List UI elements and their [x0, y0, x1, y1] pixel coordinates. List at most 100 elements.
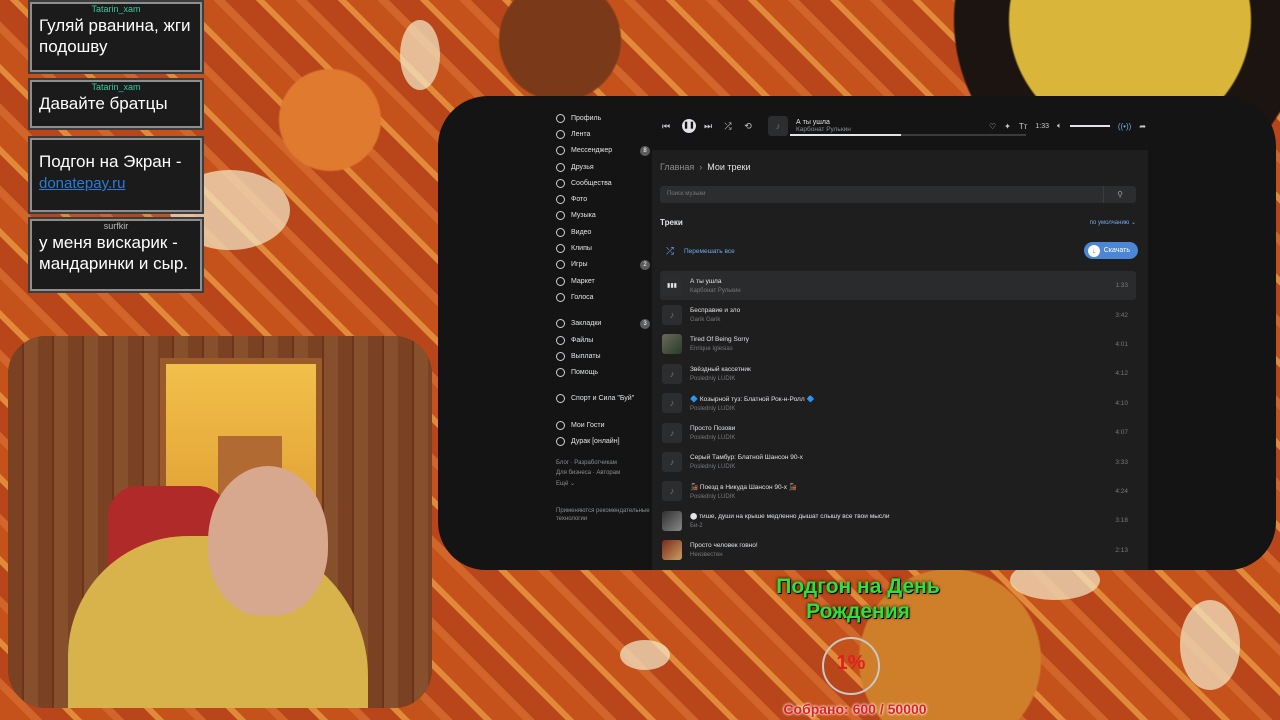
- chat-message-1: Tatarin_xam Гуляй рванина, жги подошву: [30, 2, 202, 72]
- music-note-icon[interactable]: ♪: [662, 452, 682, 473]
- download-button[interactable]: ↓ Скачать: [1083, 242, 1138, 259]
- track-row[interactable]: ♪Я не буду ждать тебя [Я не стану ждать …: [660, 565, 1136, 570]
- sort-dropdown[interactable]: по умолчанию ⌄: [1090, 219, 1136, 226]
- sidebar-item[interactable]: Игры 2: [556, 257, 650, 273]
- nav-icon: [556, 368, 565, 378]
- track-row[interactable]: ▮▮▮ А ты ушла Карбонат Рулькин 1:33: [660, 271, 1136, 301]
- sidebar-item-label: Игры: [571, 261, 588, 269]
- track-artist[interactable]: Неизвестен: [690, 552, 758, 558]
- track-artist[interactable]: Garik Garik: [690, 317, 740, 323]
- track-row[interactable]: ♪ Серый Тамбур: Блатной Шансон 90-х Posled…: [660, 447, 1136, 476]
- chat-text: Гуляй рванина, жги подошву: [39, 16, 191, 56]
- playing-bars-icon[interactable]: ▮▮▮: [662, 275, 682, 296]
- track-row[interactable]: Tired Of Being Sorry Enrique Iglesias 4:01: [660, 330, 1136, 359]
- track-artist[interactable]: Би-2: [690, 523, 890, 529]
- shuffle-icon[interactable]: ⤮: [720, 121, 736, 132]
- track-artist[interactable]: Posledniy LUDIK: [690, 435, 735, 441]
- chat-message-3: Подгон на Экран - donatepay.ru: [30, 138, 202, 212]
- track-row[interactable]: ♪ 🚂 Поезд в Никуда Шансон 90-х 🚂 Posledniy…: [660, 477, 1136, 506]
- sparkle-icon[interactable]: ✦: [1004, 122, 1011, 131]
- nav-icon: [556, 260, 565, 270]
- track-duration: 4:01: [1115, 340, 1128, 348]
- chat-link[interactable]: donatepay.ru: [39, 175, 125, 192]
- track-row[interactable]: ⬤ тише, души на крыше медленно дышат слы…: [660, 506, 1136, 535]
- music-note-icon[interactable]: [662, 334, 682, 355]
- track-artist[interactable]: Posledniy LUDIK: [690, 406, 815, 412]
- music-note-icon[interactable]: ♪: [662, 305, 682, 326]
- nav-icon: [556, 195, 565, 205]
- track-artist[interactable]: Карбонат Рулькин: [690, 288, 741, 294]
- music-search-input[interactable]: Поиск музыки ⚲: [660, 186, 1136, 203]
- sidebar-item[interactable]: Закладки 3: [556, 316, 650, 332]
- dislike-icon[interactable]: ♡: [989, 122, 996, 131]
- music-note-icon[interactable]: ♪: [662, 422, 682, 443]
- sidebar-item[interactable]: Клипы: [556, 240, 650, 256]
- sidebar-item[interactable]: Выплаты: [556, 348, 650, 364]
- sidebar-item[interactable]: Видео: [556, 224, 650, 240]
- shuffle-all-button[interactable]: ⤮ Перемешать все: [666, 246, 735, 257]
- next-track-icon[interactable]: ⏭: [700, 121, 716, 132]
- vk-music-window: Профиль Лента Мессенджер 8 Друзья Сообщества Ф…: [438, 96, 1276, 570]
- track-list: ▮▮▮ А ты ушла Карбонат Рулькин 1:33 ♪ Бесправ…: [660, 271, 1136, 570]
- sidebar-item[interactable]: Файлы: [556, 332, 650, 348]
- track-title: А ты ушла: [690, 277, 722, 285]
- sidebar-item[interactable]: Сообщества: [556, 175, 650, 191]
- footer-note: Применяются рекомендательные технологии: [556, 508, 650, 523]
- footer-link[interactable]: Ещё ⌄: [556, 479, 650, 490]
- prev-track-icon[interactable]: ⏮: [658, 121, 674, 132]
- track-duration: 3:18: [1115, 517, 1128, 525]
- track-duration: 4:12: [1115, 370, 1128, 378]
- track-artist[interactable]: Posledniy LUDIK: [690, 376, 751, 382]
- repeat-icon[interactable]: ⟲: [740, 121, 756, 132]
- donation-goal-title: Подгон на День Рождения: [776, 575, 940, 623]
- now-playing-info[interactable]: А ты ушла Карбонат Рулькин: [796, 119, 956, 133]
- sidebar-item[interactable]: Профиль: [556, 110, 650, 126]
- footer-link[interactable]: Для бизнеса · Авторам: [556, 468, 650, 479]
- track-row[interactable]: ♪ Звёздный кассетник Posledniy LUDIK 4:12: [660, 359, 1136, 388]
- breadcrumb-home[interactable]: Главная: [660, 162, 694, 172]
- sidebar-item-label: Друзья: [571, 163, 594, 171]
- nav-icon: [556, 162, 565, 172]
- track-row[interactable]: Просто человек говно! Неизвестен 2:13: [660, 536, 1136, 565]
- pause-button[interactable]: ❚❚: [682, 119, 696, 133]
- track-row[interactable]: ♪ 🔷 Козырной туз: Блатной Рок-н-Ролл 🔷 Pos…: [660, 389, 1136, 418]
- sidebar-item[interactable]: Мои Гости: [556, 417, 650, 433]
- sidebar-item[interactable]: Маркет: [556, 273, 650, 289]
- sidebar-item[interactable]: Спорт и Сила "Буй": [556, 391, 650, 407]
- sidebar-item[interactable]: Музыка: [556, 208, 650, 224]
- track-artist[interactable]: Posledniy LUDIK: [690, 494, 797, 500]
- search-icon[interactable]: ⚲: [1103, 186, 1136, 203]
- track-title: Бесправие и зло: [690, 307, 741, 315]
- track-row[interactable]: ♪ Просто Позови Posledniy LUDIK 4:07: [660, 418, 1136, 447]
- track-artist[interactable]: Enrique Iglesias: [690, 346, 749, 352]
- nav-icon: [556, 420, 565, 430]
- sidebar-item[interactable]: Помощь: [556, 364, 650, 380]
- music-note-icon[interactable]: [662, 540, 682, 561]
- volume-icon[interactable]: 🔈︎: [1057, 121, 1062, 131]
- playback-progress[interactable]: [790, 134, 1026, 136]
- broadcast-icon[interactable]: ((•)): [1118, 122, 1131, 131]
- sidebar-item[interactable]: Друзья: [556, 159, 650, 175]
- music-note-icon[interactable]: ♪: [662, 481, 682, 502]
- track-artist[interactable]: Posledniy LUDIK: [690, 464, 803, 470]
- goal-percent: 1%: [836, 652, 866, 674]
- section-title: Треки: [660, 218, 683, 227]
- music-note-icon[interactable]: ♪: [662, 363, 682, 384]
- lyrics-icon[interactable]: Тт: [1019, 122, 1028, 131]
- audio-player: ⏮ ❚❚ ⏭ ⤮ ⟲ ♪ А ты ушла Карбонат Рулькин …: [658, 112, 1146, 140]
- sidebar: Профиль Лента Мессенджер 8 Друзья Сообщества Ф…: [556, 110, 650, 523]
- share-icon[interactable]: ➦: [1139, 122, 1146, 131]
- sidebar-item[interactable]: Фото: [556, 191, 650, 207]
- sidebar-item-label: Голоса: [571, 293, 594, 301]
- volume-slider[interactable]: [1069, 125, 1110, 127]
- sidebar-item[interactable]: Дурак [онлайн]: [556, 433, 650, 449]
- sidebar-item[interactable]: Мессенджер 8: [556, 143, 650, 159]
- music-note-icon[interactable]: [662, 510, 682, 531]
- sidebar-item-label: Мессенджер: [571, 147, 613, 155]
- track-row[interactable]: ♪ Бесправие и зло Garik Garik 3:42: [660, 300, 1136, 329]
- footer-link[interactable]: Блог · Разработчикам: [556, 458, 650, 469]
- sidebar-item[interactable]: Голоса: [556, 289, 650, 305]
- sidebar-item-label: Закладки: [571, 320, 602, 328]
- music-note-icon[interactable]: ♪: [662, 393, 682, 414]
- sidebar-item[interactable]: Лента: [556, 126, 650, 142]
